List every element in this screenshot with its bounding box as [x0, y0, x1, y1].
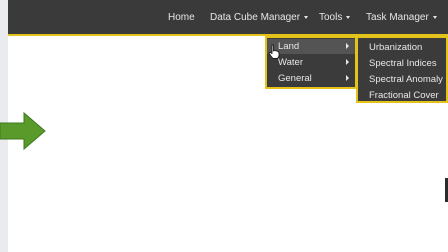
caret-down-icon [432, 15, 437, 19]
land-submenu: Urbanization Spectral Indices Spectral A… [356, 36, 448, 103]
tools-menu-item-general-label: General [278, 73, 312, 84]
right-arrow-icon [0, 111, 46, 151]
nav-data-cube-manager-label: Data Cube Manager [210, 12, 301, 23]
tools-menu-item-land-label: Land [278, 41, 300, 52]
submenu-arrow-icon [346, 43, 349, 49]
hand-cursor-icon [268, 44, 280, 59]
nav-tools[interactable]: Tools [319, 0, 351, 34]
land-submenu-item-fractional-cover[interactable]: Fractional Cover [358, 88, 446, 103]
top-navbar: Home Data Cube Manager Tools Task Manage… [8, 0, 448, 36]
land-submenu-item-label: Spectral Anomaly [369, 74, 443, 85]
land-submenu-item-label: Urbanization [369, 42, 423, 53]
tools-menu-item-land[interactable]: Land [267, 39, 355, 54]
caret-down-icon [304, 15, 309, 19]
land-submenu-item-label: Fractional Cover [369, 90, 439, 101]
submenu-arrow-icon [346, 75, 349, 81]
tools-menu-item-general[interactable]: General [267, 71, 355, 86]
land-submenu-item-spectral-indices[interactable]: Spectral Indices [358, 56, 446, 71]
nav-task-manager-label: Task Manager [366, 12, 429, 23]
tools-menu-item-water-label: Water [278, 57, 303, 68]
nav-task-manager[interactable]: Task Manager [366, 0, 437, 34]
nav-tools-label: Tools [319, 12, 343, 23]
land-submenu-item-urbanization[interactable]: Urbanization [358, 40, 446, 55]
land-submenu-item-spectral-anomaly[interactable]: Spectral Anomaly [358, 72, 446, 87]
nav-home-label: Home [168, 12, 195, 23]
tools-menu-item-water[interactable]: Water [267, 55, 355, 70]
nav-data-cube-manager[interactable]: Data Cube Manager [210, 0, 309, 34]
submenu-arrow-icon [346, 59, 349, 65]
caret-down-icon [346, 15, 351, 19]
land-submenu-item-label: Spectral Indices [369, 58, 437, 69]
nav-home[interactable]: Home [168, 0, 195, 34]
